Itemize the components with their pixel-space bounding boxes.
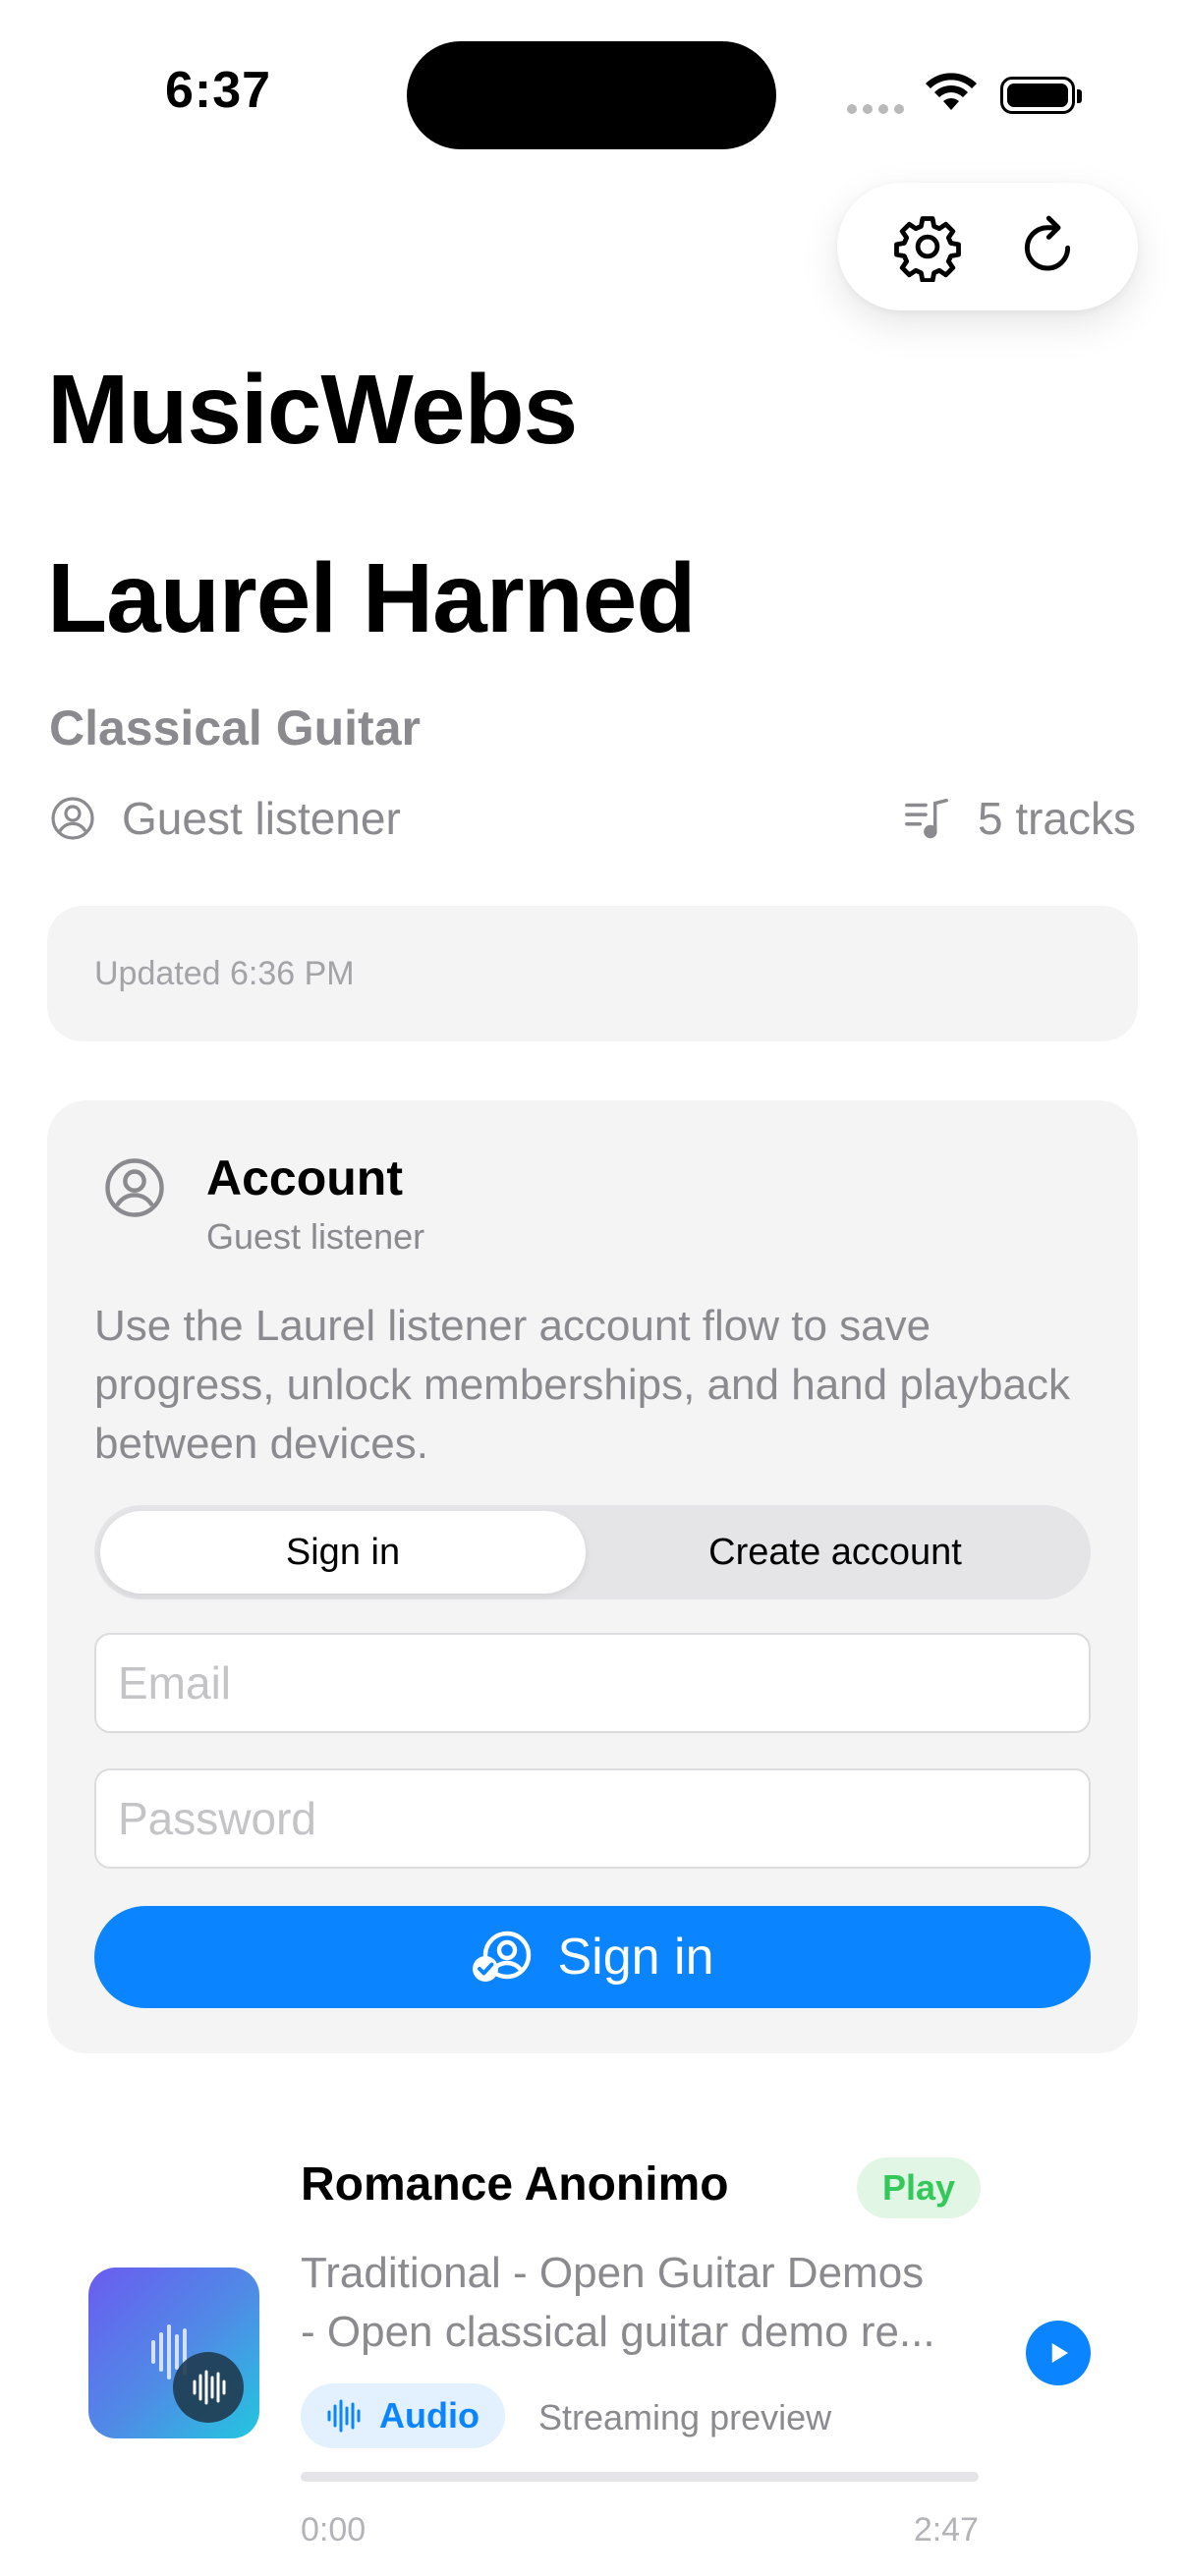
account-title: Account xyxy=(206,1150,403,1205)
settings-button[interactable] xyxy=(888,207,967,286)
time-elapsed: 0:00 xyxy=(301,2511,367,2548)
waveform-icon xyxy=(327,2399,361,2433)
listener-status: Guest listener xyxy=(49,792,401,845)
track-count-label: 5 tracks xyxy=(977,793,1136,844)
play-icon xyxy=(1051,2343,1068,2363)
listener-status-label: Guest listener xyxy=(122,793,401,844)
cellular-signal-icon xyxy=(847,102,908,116)
tab-sign-in[interactable]: Sign in xyxy=(100,1511,586,1594)
media-type-badge: Audio xyxy=(301,2383,505,2448)
auth-mode-segmented-control: Sign in Create account xyxy=(94,1505,1091,1599)
sign-in-button-label: Sign in xyxy=(557,1929,714,1986)
track-artwork[interactable] xyxy=(88,2268,259,2438)
waveform-icon xyxy=(151,2324,244,2423)
refresh-icon xyxy=(1024,215,1071,271)
person-circle-icon xyxy=(102,1155,167,1225)
track-count: 5 tracks xyxy=(903,792,1136,845)
tab-create-account[interactable]: Create account xyxy=(586,1511,1085,1594)
play-badge: Play xyxy=(857,2157,982,2218)
updated-card: Updated 6:36 PM xyxy=(47,906,1138,1041)
gear-icon xyxy=(894,216,961,282)
account-description: Use the Laurel listener account flow to … xyxy=(94,1302,1070,1468)
toolbar-pill xyxy=(837,183,1138,310)
media-type-label: Audio xyxy=(379,2395,480,2436)
password-field[interactable] xyxy=(96,1770,1089,1867)
password-field-container xyxy=(94,1768,1091,1869)
track-description-line2: - Open classical guitar demo re... xyxy=(301,2308,935,2356)
sign-in-button[interactable]: Sign in xyxy=(94,1906,1091,2008)
status-time: 6:37 xyxy=(165,62,272,119)
stream-label: Streaming preview xyxy=(538,2397,832,2437)
artist-genre: Classical Guitar xyxy=(49,700,421,756)
music-list-icon xyxy=(905,798,948,839)
account-card: Account Guest listener Use the Laurel li… xyxy=(47,1100,1138,2053)
dynamic-island xyxy=(407,41,776,149)
email-field-container xyxy=(94,1633,1091,1733)
playback-progress-bar[interactable] xyxy=(301,2472,979,2482)
track-description: Traditional - Open Guitar Demos - Open c… xyxy=(301,2244,988,2362)
artist-name: Laurel Harned xyxy=(47,543,696,653)
refresh-button[interactable] xyxy=(1008,207,1087,286)
track-title[interactable]: Romance Anonimo xyxy=(301,2157,729,2212)
app-title: MusicWebs xyxy=(47,355,578,465)
email-field[interactable] xyxy=(96,1635,1089,1731)
battery-icon xyxy=(1000,77,1082,114)
person-checkmark-icon xyxy=(472,1931,531,1982)
play-button[interactable] xyxy=(1026,2321,1091,2385)
updated-timestamp: Updated 6:36 PM xyxy=(94,955,355,992)
account-subtitle: Guest listener xyxy=(206,1216,425,1257)
track-description-line1: Traditional - Open Guitar Demos xyxy=(301,2249,925,2297)
time-total: 2:47 xyxy=(913,2511,979,2548)
person-circle-icon xyxy=(51,797,94,840)
wifi-icon xyxy=(924,71,979,119)
